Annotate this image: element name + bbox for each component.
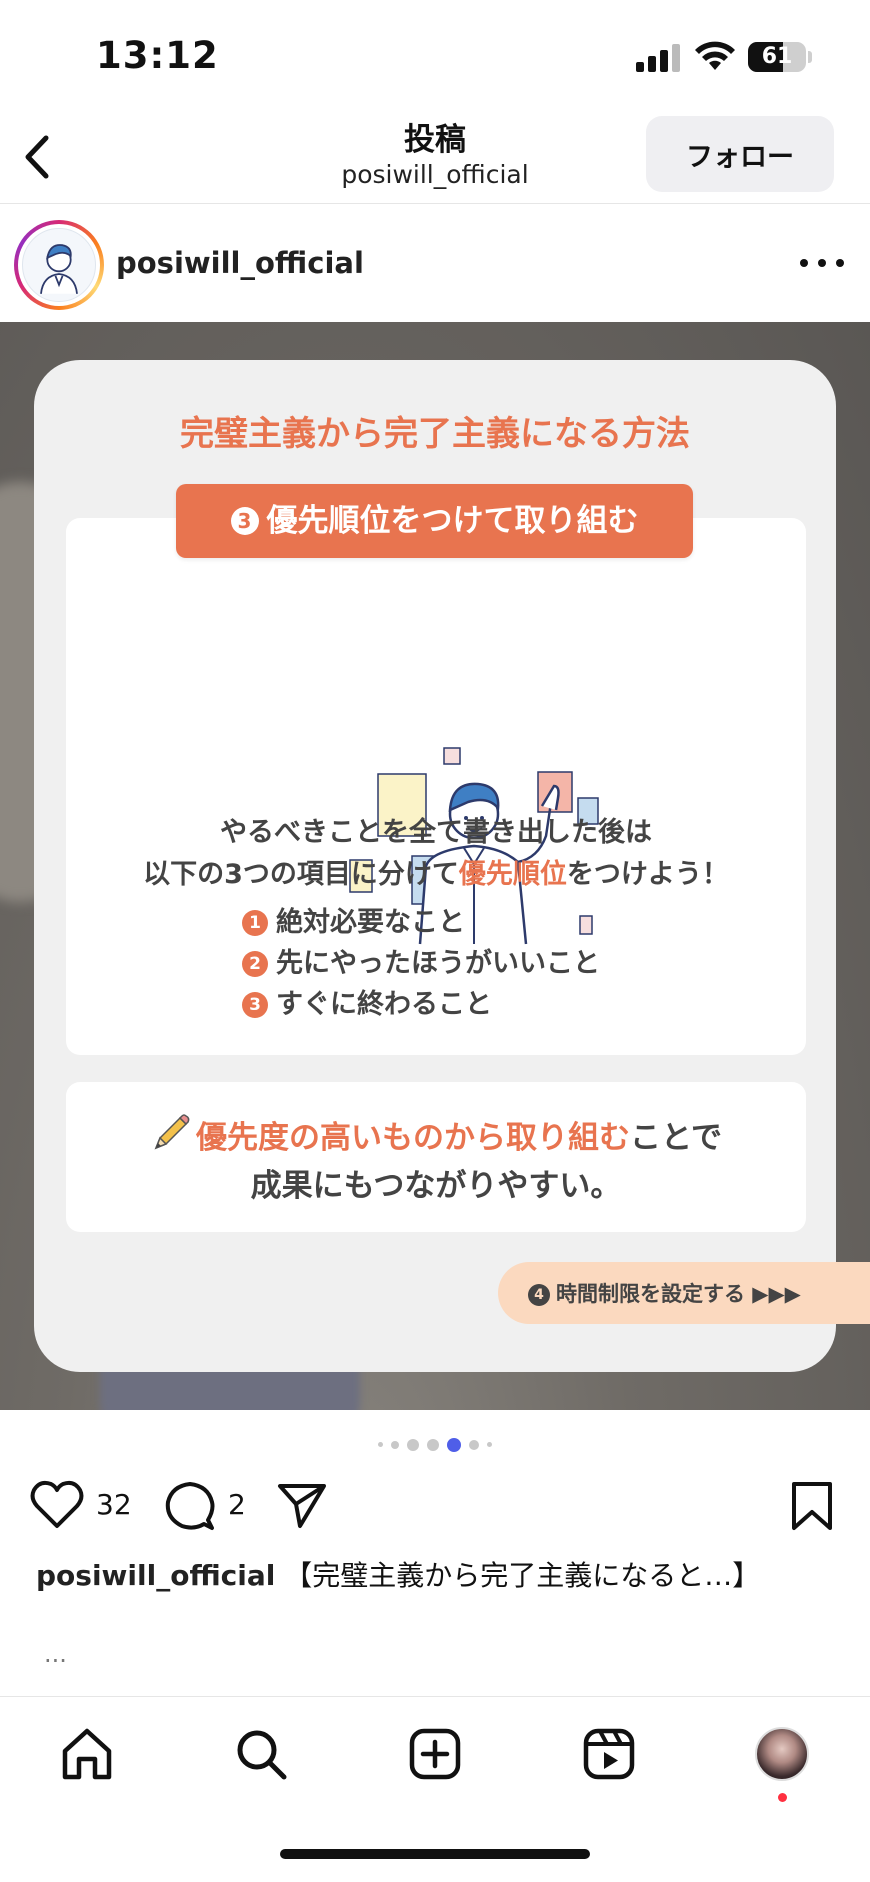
list-item: 2 先にやったほうがいいこと xyxy=(242,941,600,982)
pencil-icon xyxy=(154,1114,190,1150)
comment-count[interactable]: 2 xyxy=(228,1488,246,1521)
slide-body-line-2: 以下の3つの項目に分けて優先順位をつけよう！ xyxy=(143,859,729,890)
share-icon[interactable] xyxy=(276,1482,328,1530)
step-number-badge: 3 xyxy=(230,507,259,535)
slide-heading: 完璧主義から完了主義になる方法 xyxy=(180,414,690,454)
post-author-row: posiwill_official xyxy=(0,204,870,322)
slide-tip-panel: 優先度の高いものから取り組むことで 成果にもつながりやすい。 xyxy=(66,1082,806,1232)
tip-highlight: 優先度の高いものから取り組む xyxy=(195,1120,630,1156)
carousel-dot xyxy=(469,1439,479,1450)
next-step-tab: 4 時間制限を設定する ▶▶▶ xyxy=(498,1262,870,1324)
slide-card: 完璧主義から完了主義になる方法 やるべきことを全て書き出した後は 以下の3つの項… xyxy=(34,360,836,1372)
post-username[interactable]: posiwill_official xyxy=(116,246,364,280)
post-image[interactable]: 完璧主義から完了主義になる方法 やるべきことを全て書き出した後は 以下の3つの項… xyxy=(0,322,870,1410)
next-step-number-badge: 4 xyxy=(528,1284,550,1306)
item-number-badge: 1 xyxy=(242,910,268,936)
battery-percent: 61 xyxy=(761,44,793,69)
heart-icon[interactable] xyxy=(30,1480,84,1530)
item-number-badge: 2 xyxy=(242,951,268,977)
follow-button[interactable]: フォロー xyxy=(646,116,834,192)
priority-list: 1 絶対必要なこと 2 先にやったほうがいいこと 3 すぐに終わること xyxy=(242,900,600,1023)
caption-text: 【完璧主義から完了主義になると…】 xyxy=(284,1559,761,1592)
battery-icon: 61 xyxy=(748,42,806,72)
list-item: 1 絶対必要なこと xyxy=(242,900,600,941)
bottom-navigation xyxy=(0,1696,870,1882)
avatar-illustration xyxy=(40,244,78,294)
home-icon[interactable] xyxy=(60,1727,114,1781)
carousel-dot xyxy=(378,1442,383,1447)
slide-body-line-1: やるべきことを全て書き出した後は xyxy=(220,817,652,848)
profile-avatar[interactable] xyxy=(755,1727,809,1781)
priority-highlight: 優先順位 xyxy=(458,859,567,890)
bookmark-icon[interactable] xyxy=(790,1480,834,1532)
cellular-signal-icon xyxy=(636,44,680,72)
carousel-dot xyxy=(427,1438,439,1451)
search-icon[interactable] xyxy=(234,1727,288,1781)
carousel-indicator xyxy=(0,1434,870,1454)
status-time: 13:12 xyxy=(96,34,219,77)
comment-icon[interactable] xyxy=(164,1480,216,1532)
more-icon[interactable] xyxy=(800,256,844,272)
post-caption: posiwill_official 【完璧主義から完了主義になると…】 xyxy=(36,1554,760,1594)
status-bar: 13:12 61 xyxy=(0,0,870,110)
caption-username[interactable]: posiwill_official xyxy=(36,1559,275,1592)
item-number-badge: 3 xyxy=(242,992,268,1018)
step-title-pill: 3 優先順位をつけて取り組む xyxy=(176,484,693,558)
create-icon[interactable] xyxy=(408,1727,462,1781)
caption-more[interactable]: ... xyxy=(44,1640,67,1668)
list-item: 3 すぐに終わること xyxy=(242,982,600,1023)
home-indicator xyxy=(280,1849,590,1859)
wifi-icon xyxy=(695,41,735,70)
post-actions: 32 2 xyxy=(0,1474,870,1538)
next-step-label: 時間制限を設定する ▶▶▶ xyxy=(556,1282,801,1306)
slide-main-panel: やるべきことを全て書き出した後は 以下の3つの項目に分けて優先順位をつけよう！ … xyxy=(66,518,806,1055)
tip-line-1: 優先度の高いものから取り組むことで xyxy=(66,1112,806,1157)
carousel-dot-active xyxy=(447,1437,461,1452)
reels-icon[interactable] xyxy=(582,1727,636,1781)
like-count[interactable]: 32 xyxy=(96,1488,132,1521)
post-header-bar: 投稿 posiwill_official フォロー xyxy=(0,110,870,204)
notification-dot xyxy=(778,1793,787,1802)
carousel-dot xyxy=(391,1440,399,1449)
carousel-dot xyxy=(407,1438,419,1451)
tip-line-2: 成果にもつながりやすい。 xyxy=(250,1168,622,1204)
avatar[interactable] xyxy=(14,220,104,310)
carousel-dot xyxy=(487,1442,492,1447)
